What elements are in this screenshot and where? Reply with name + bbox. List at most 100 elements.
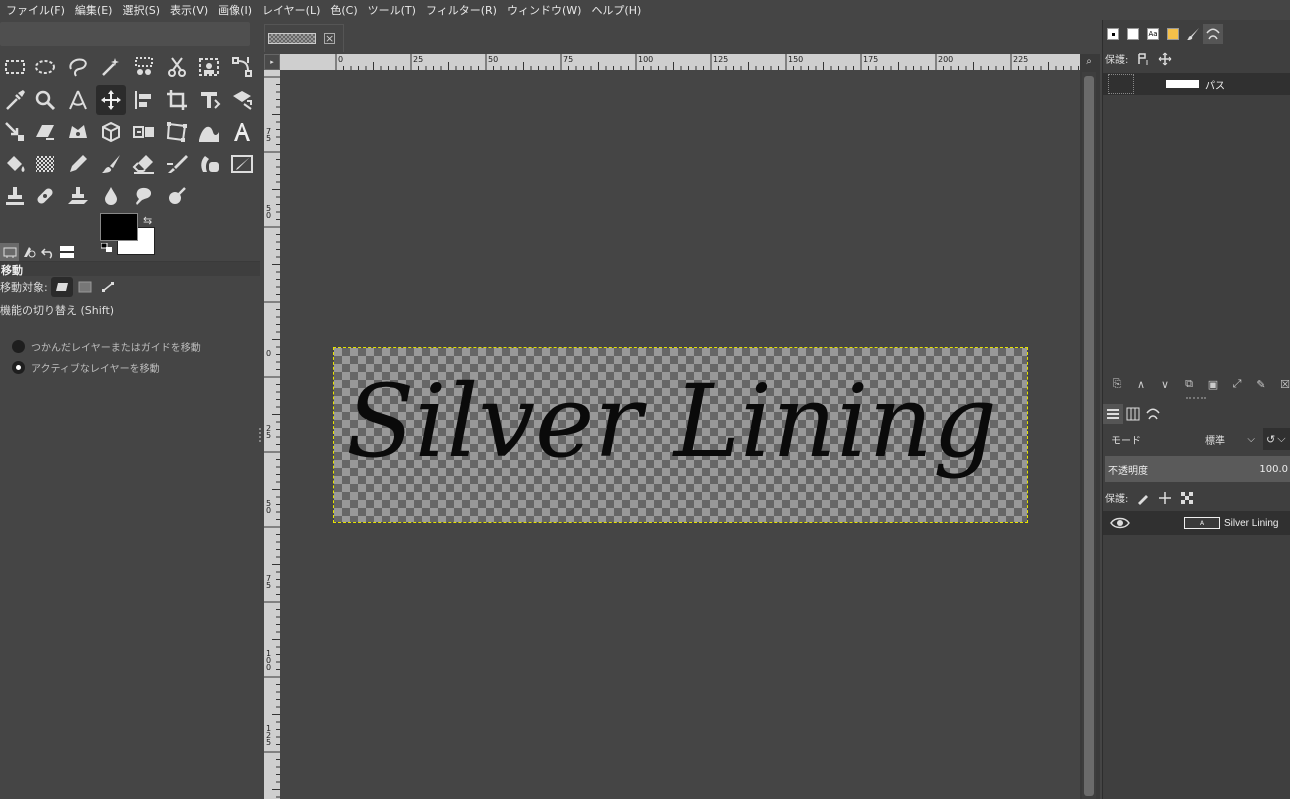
warp-transform-tool[interactable]: [227, 85, 257, 115]
tab-undo-history[interactable]: [38, 243, 57, 261]
image-layer[interactable]: Silver Lining: [333, 347, 1028, 523]
delete-path-icon[interactable]: ☒: [1273, 376, 1290, 392]
smudge-tool[interactable]: [129, 181, 159, 211]
select-by-color-tool[interactable]: [129, 52, 159, 82]
color-picker-tool[interactable]: [0, 85, 30, 115]
perspective-clone-tool[interactable]: [63, 181, 93, 211]
option-active-layer[interactable]: アクティブなレイヤーを移動: [12, 360, 160, 375]
shear-tool[interactable]: [30, 117, 60, 147]
lock-position-icon[interactable]: [1158, 52, 1172, 66]
vertical-ruler[interactable]: 75 50 0 25 50 75 100 125: [264, 70, 280, 799]
menu-view[interactable]: 表示(V): [166, 2, 214, 18]
eraser-tool[interactable]: [129, 149, 159, 179]
menu-help[interactable]: ヘルプ(H): [587, 2, 647, 18]
heal-tool[interactable]: [30, 181, 60, 211]
path-visibility-toggle[interactable]: [1108, 74, 1134, 94]
path-list-item[interactable]: パス: [1103, 73, 1290, 95]
lock-pixels-icon[interactable]: [1136, 52, 1150, 66]
lock-alpha-icon[interactable]: [1180, 491, 1194, 505]
option-pick-layer[interactable]: つかんだレイヤーまたはガイドを移動: [12, 339, 201, 354]
menu-filters[interactable]: フィルター(R): [422, 2, 503, 18]
pencil-tool[interactable]: [63, 149, 93, 179]
tab-layers[interactable]: [1103, 404, 1123, 424]
composite-mode-button[interactable]: ↺ ⌵: [1263, 428, 1290, 450]
new-path-icon[interactable]: ⎘: [1105, 376, 1129, 392]
tab-channels[interactable]: [1123, 404, 1143, 424]
tab-images[interactable]: [57, 243, 76, 261]
radio-pick-layer[interactable]: [12, 340, 25, 353]
paths-tool-group[interactable]: [227, 52, 257, 82]
cage-transform-tool[interactable]: [63, 117, 93, 147]
foreground-select-tool[interactable]: [194, 52, 224, 82]
scrollbar-thumb[interactable]: [1084, 76, 1094, 796]
tab-patterns[interactable]: [1123, 24, 1143, 44]
raise-path-icon[interactable]: ∧: [1129, 376, 1153, 392]
path-to-selection-icon[interactable]: ▣: [1201, 376, 1225, 392]
text-tool[interactable]: [227, 117, 257, 147]
measure-tool[interactable]: [63, 85, 93, 115]
blur-sharpen-tool[interactable]: [96, 181, 126, 211]
radio-active-layer[interactable]: [12, 361, 25, 374]
bucket-fill-tool[interactable]: [0, 149, 30, 179]
lower-path-icon[interactable]: ∨: [1153, 376, 1177, 392]
menu-colors[interactable]: 色(C): [326, 2, 363, 18]
eye-icon[interactable]: [1110, 516, 1130, 530]
warp-smudge-tool[interactable]: [194, 117, 224, 147]
tab-paths-2[interactable]: [1143, 404, 1163, 424]
lock-position-icon[interactable]: [1158, 491, 1172, 505]
dock-resize-handle[interactable]: [1186, 397, 1206, 399]
close-icon[interactable]: ×: [324, 33, 335, 44]
swap-colors-icon[interactable]: ⇆: [143, 214, 152, 227]
menu-tools[interactable]: ツール(T): [364, 2, 422, 18]
horizontal-ruler[interactable]: 0 25 50 75 100 125 150 175 200 225: [280, 54, 1080, 70]
clone-tool[interactable]: [0, 181, 30, 211]
ink-tool[interactable]: [194, 149, 224, 179]
move-target-selection-button[interactable]: [74, 277, 96, 297]
image-tab[interactable]: ×: [264, 24, 344, 52]
tab-tool-options[interactable]: [0, 242, 19, 261]
zoom-tool[interactable]: [30, 85, 60, 115]
mode-dropdown[interactable]: 標準 ⌵: [1205, 432, 1255, 447]
lock-pixels-icon[interactable]: [1136, 491, 1150, 505]
move-target-path-button[interactable]: [97, 277, 119, 297]
menu-file[interactable]: ファイル(F): [2, 2, 71, 18]
paint-along-path-icon[interactable]: ✎: [1249, 376, 1273, 392]
foreground-color-swatch[interactable]: [100, 213, 138, 241]
perspective-tool[interactable]: [96, 117, 126, 147]
tab-paths[interactable]: [1203, 24, 1223, 44]
duplicate-path-icon[interactable]: ⧉: [1177, 376, 1201, 392]
menu-image[interactable]: 画像(I): [214, 2, 258, 18]
paintbrush-tool[interactable]: [96, 149, 126, 179]
unified-transform-tool[interactable]: [194, 85, 224, 115]
ellipse-select-tool[interactable]: [30, 52, 60, 82]
tab-paint-dynamics[interactable]: [1183, 24, 1203, 44]
menu-select[interactable]: 選択(S): [118, 2, 166, 18]
opacity-slider[interactable]: 不透明度 100.0: [1105, 456, 1290, 482]
vertical-scrollbar[interactable]: [1082, 72, 1096, 799]
layer-list-item[interactable]: A Silver Lining: [1103, 511, 1290, 535]
airbrush-tool[interactable]: [162, 149, 192, 179]
rect-select-tool[interactable]: [0, 52, 30, 82]
handle-transform-tool[interactable]: [162, 117, 192, 147]
align-tool[interactable]: [129, 85, 159, 115]
quick-mask-toggle[interactable]: ▸: [264, 54, 280, 70]
tab-brushes[interactable]: [1103, 24, 1123, 44]
tab-fonts[interactable]: Aa: [1143, 24, 1163, 44]
menu-edit[interactable]: 編集(E): [71, 2, 119, 18]
fuzzy-select-tool[interactable]: [96, 52, 126, 82]
zoom-image-icon[interactable]: ⌕: [1081, 56, 1097, 70]
panel-resize-handle[interactable]: [259, 428, 263, 442]
menu-layer[interactable]: レイヤー(L): [258, 2, 326, 18]
scale-tool[interactable]: [0, 117, 30, 147]
flip-tool[interactable]: [129, 117, 159, 147]
mypaint-brush-tool[interactable]: [227, 149, 257, 179]
free-select-tool[interactable]: [63, 52, 93, 82]
gradient-tool[interactable]: [30, 149, 60, 179]
selection-to-path-icon[interactable]: ⤢: [1225, 376, 1249, 392]
dodge-burn-tool[interactable]: [162, 181, 192, 211]
tab-gradients[interactable]: [1163, 24, 1183, 44]
crop-tool[interactable]: [162, 85, 192, 115]
move-target-layer-button[interactable]: [50, 277, 73, 297]
move-tool[interactable]: [96, 85, 126, 115]
tab-device-status[interactable]: [19, 243, 38, 261]
